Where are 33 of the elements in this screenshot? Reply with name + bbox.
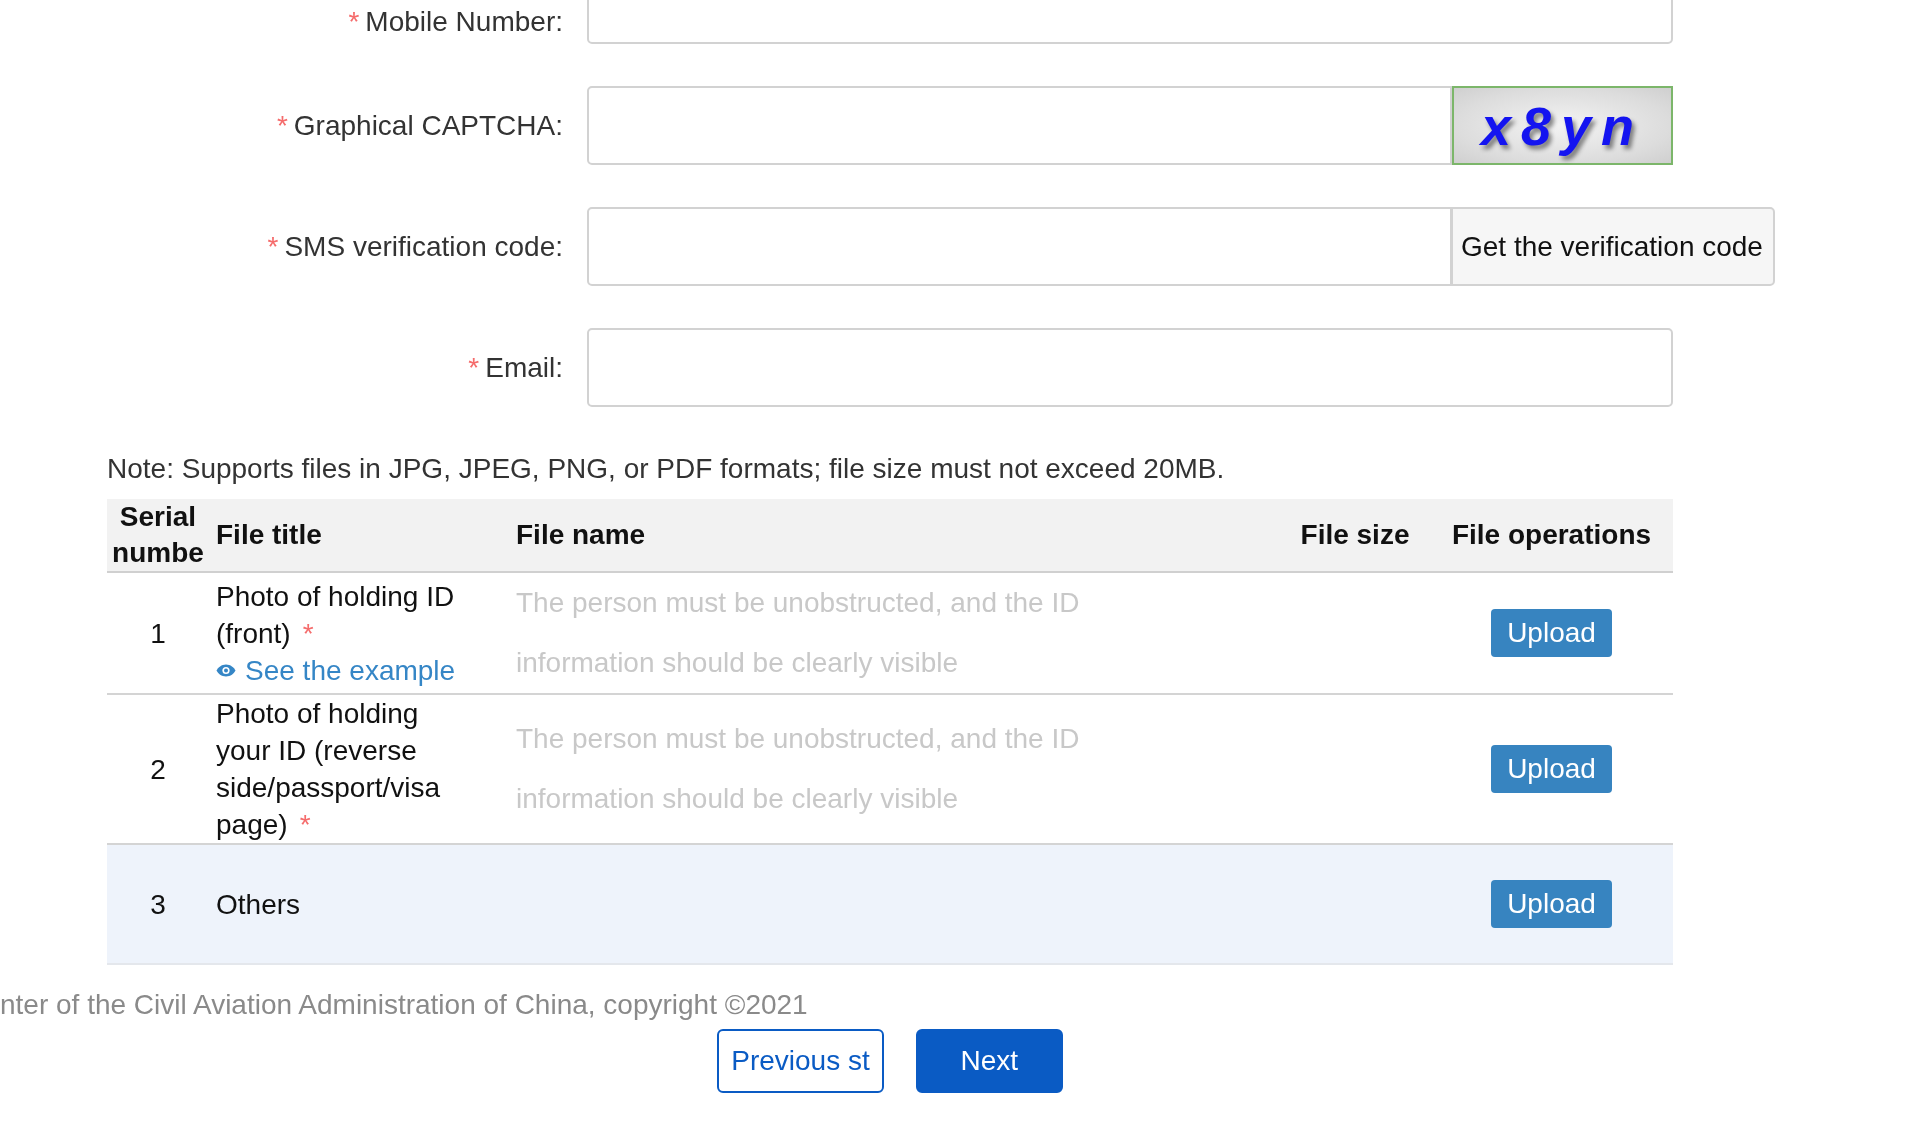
column-header: File size (1300, 518, 1410, 552)
required-mark: * (276, 108, 288, 143)
input-field[interactable] (587, 207, 1452, 286)
upload-button[interactable]: Upload (1491, 745, 1612, 793)
next-button[interactable]: Next (915, 1029, 1063, 1093)
file-title: Photo of holding ID (front) * (216, 579, 456, 651)
input-field[interactable] (587, 328, 1673, 407)
eye-icon (216, 663, 236, 677)
row-number: 3 (150, 887, 166, 922)
field-label: Email: (485, 350, 563, 385)
captcha-image: x8yn (1452, 86, 1673, 165)
field-label: Mobile Number: (365, 5, 563, 39)
field-label: Graphical CAPTCHA: (293, 108, 563, 143)
required-mark: * (348, 5, 360, 39)
row-number: 1 (150, 616, 166, 651)
previous-button[interactable]: Previous st (717, 1029, 884, 1093)
copyright-text: nter of the Civil Aviation Administration of China, copyright ©2021 (0, 988, 808, 1022)
field-label: SMS verification code: (284, 229, 563, 264)
input-field[interactable] (587, 86, 1452, 165)
file-title: Others (216, 887, 301, 922)
get-code-button[interactable]: Get the verification code (1452, 207, 1775, 286)
column-header: File operations (1451, 518, 1652, 552)
file-title: Photo of holding your ID (reverse side/passport/visa page) * (216, 697, 442, 842)
required-mark: * (267, 229, 279, 264)
upload-button[interactable]: Upload (1491, 880, 1612, 928)
note-text: Note: Supports files in JPG, JPEG, PNG, or PDF formats; file size must not exceed 20MB. (107, 452, 1225, 486)
column-header: File name (516, 518, 646, 552)
see-example-link[interactable]: See the example (216, 651, 456, 689)
column-header: Serial numbe (111, 500, 205, 570)
required-mark: * (468, 350, 480, 385)
column-header: File title (216, 518, 322, 552)
row-number: 2 (150, 752, 166, 787)
upload-button[interactable]: Upload (1491, 609, 1612, 657)
